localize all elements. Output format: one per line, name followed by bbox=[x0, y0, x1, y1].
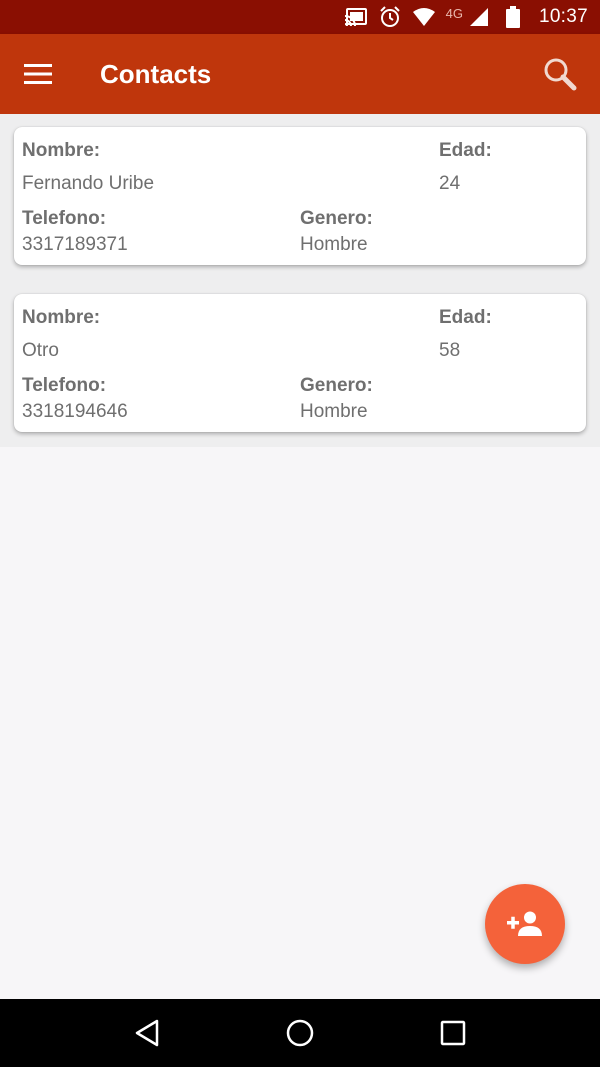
hamburger-menu-icon bbox=[24, 64, 52, 84]
page-title: Contacts bbox=[100, 58, 212, 89]
clock: 10:37 bbox=[538, 6, 588, 27]
back-icon bbox=[135, 1019, 158, 1047]
recents-button[interactable] bbox=[423, 1003, 483, 1063]
nombre-value: Otro bbox=[22, 340, 59, 361]
battery-icon bbox=[501, 5, 525, 29]
edad-value: 58 bbox=[439, 340, 461, 361]
back-button[interactable] bbox=[117, 1003, 177, 1063]
cell-signal-icon bbox=[467, 5, 491, 29]
genero-value: Hombre bbox=[300, 401, 368, 422]
nombre-value: Fernando Uribe bbox=[22, 173, 155, 194]
menu-button[interactable] bbox=[0, 34, 78, 114]
home-button[interactable] bbox=[270, 1003, 330, 1063]
nombre-label: Nombre: bbox=[22, 140, 101, 161]
search-icon bbox=[544, 58, 577, 91]
network-type-label: 4G bbox=[445, 5, 463, 21]
home-icon bbox=[286, 1019, 314, 1047]
wifi-icon bbox=[412, 5, 436, 29]
telefono-value: 3318194646 bbox=[22, 401, 128, 422]
app-bar: Contacts bbox=[0, 34, 600, 114]
recents-icon bbox=[441, 1020, 466, 1046]
contact-list: Nombre: Fernando Uribe Edad: 24 Telefono… bbox=[0, 114, 600, 447]
telefono-value: 3317189371 bbox=[22, 234, 128, 255]
status-bar: 4G 10:37 bbox=[0, 0, 600, 34]
nombre-label: Nombre: bbox=[22, 307, 101, 328]
genero-label: Genero: bbox=[300, 375, 373, 396]
telefono-label: Telefono: bbox=[22, 208, 107, 229]
contact-card[interactable]: Nombre: Fernando Uribe Edad: 24 Telefono… bbox=[14, 127, 586, 265]
contact-card[interactable]: Nombre: Otro Edad: 58 Telefono: 33181946… bbox=[14, 294, 586, 432]
alarm-icon bbox=[378, 5, 402, 29]
genero-value: Hombre bbox=[300, 234, 368, 255]
search-button[interactable] bbox=[520, 34, 600, 114]
add-contact-button[interactable] bbox=[485, 884, 565, 964]
edad-value: 24 bbox=[439, 173, 461, 194]
system-nav-bar bbox=[0, 999, 600, 1067]
cast-icon bbox=[344, 5, 368, 29]
genero-label: Genero: bbox=[300, 208, 373, 229]
edad-label: Edad: bbox=[439, 140, 492, 161]
edad-label: Edad: bbox=[439, 307, 492, 328]
telefono-label: Telefono: bbox=[22, 375, 107, 396]
add-person-icon bbox=[507, 911, 542, 936]
